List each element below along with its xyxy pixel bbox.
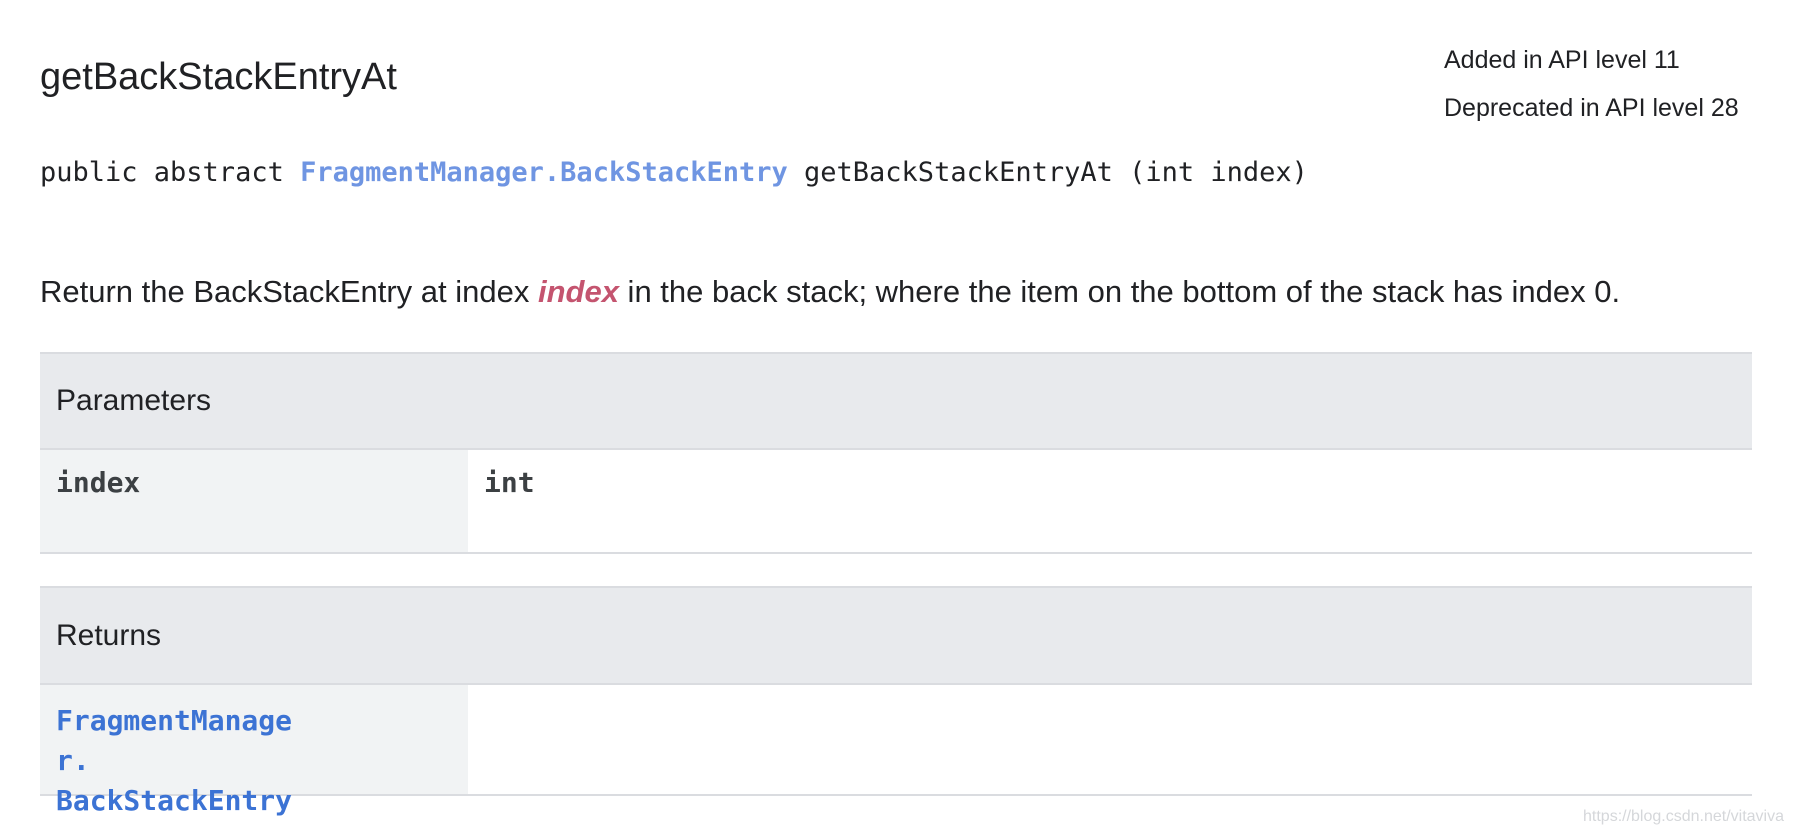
description-text-end: in the back stack; where the item on the… — [618, 274, 1621, 309]
returns-type-part1: FragmentManager. — [56, 704, 293, 777]
description-text-start: Return the BackStackEntry at index — [40, 274, 538, 309]
returns-header: Returns — [40, 588, 1752, 685]
table-row: FragmentManager. BackStackEntry — [40, 685, 1752, 817]
method-title: getBackStackEntryAt — [40, 55, 397, 98]
signature-modifiers: public abstract — [40, 157, 301, 188]
added-api-level: Added in API level 11 — [1444, 46, 1680, 74]
deprecated-api-level: Deprecated in API level 28 — [1444, 94, 1739, 122]
table-row: index int — [40, 450, 1752, 552]
method-description: Return the BackStackEntry at index index… — [40, 274, 1620, 310]
returns-type-cell: FragmentManager. BackStackEntry — [40, 685, 468, 817]
signature-method: getBackStackEntryAt (int index) — [787, 157, 1308, 188]
param-type: int — [468, 450, 1752, 552]
returns-description — [468, 685, 1752, 794]
return-type-link[interactable]: FragmentManager.BackStackEntry — [300, 157, 788, 188]
method-signature: public abstract FragmentManager.BackStac… — [40, 157, 1308, 188]
api-level-info: Added in API level 11 Deprecated in API … — [1444, 36, 1739, 132]
parameters-table: Parameters index int — [40, 352, 1752, 554]
returns-table: Returns FragmentManager. BackStackEntry — [40, 586, 1752, 817]
returns-type-link[interactable]: FragmentManager. BackStackEntry — [56, 701, 316, 821]
param-name: index — [40, 450, 468, 552]
returns-type-part2: BackStackEntry — [56, 784, 293, 817]
watermark: https://blog.csdn.net/vitaviva — [1583, 808, 1784, 825]
param-reference: index — [537, 274, 619, 309]
parameters-header: Parameters — [40, 354, 1752, 450]
